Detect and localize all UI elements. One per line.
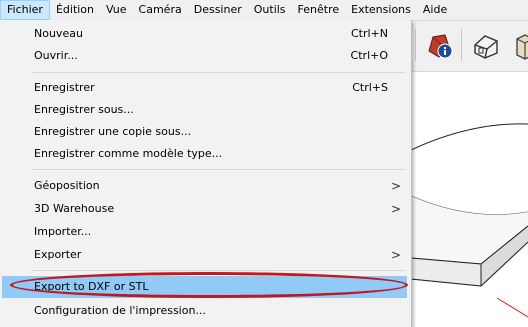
menu-item-label: Importer... <box>34 225 92 238</box>
menu-item-ouvrir[interactable]: Ouvrir... Ctrl+O <box>2 45 407 67</box>
menu-item-label: Enregistrer sous... <box>34 103 134 116</box>
menu-item-exporter[interactable]: Exporter > <box>2 244 407 266</box>
menu-item-enregistrer-modele[interactable]: Enregistrer comme modèle type... <box>2 143 407 165</box>
menu-item-label: Export to DXF or STL <box>34 280 149 293</box>
menu-bar: Fichier Édition Vue Caméra Dessiner Outi… <box>0 0 528 21</box>
warehouse-house-icon[interactable] <box>471 31 501 61</box>
menu-extensions[interactable]: Extensions <box>345 0 417 20</box>
menu-outils[interactable]: Outils <box>248 0 292 20</box>
menu-item-label: 3D Warehouse <box>34 202 115 215</box>
menu-item-label: Géoposition <box>34 179 100 192</box>
menu-separator <box>32 270 405 271</box>
menu-item-enregistrer[interactable]: Enregistrer Ctrl+S <box>2 77 407 99</box>
menu-fichier[interactable]: Fichier <box>0 0 50 20</box>
menu-item-label: Exporter <box>34 248 82 261</box>
toolbar-separator <box>461 29 462 61</box>
file-menu-dropdown: Nouveau Ctrl+N Ouvrir... Ctrl+O Enregist… <box>0 20 412 327</box>
shortcut-label: Ctrl+N <box>350 27 388 40</box>
menu-item-importer[interactable]: Importer... <box>2 221 407 243</box>
submenu-arrow-icon: > <box>390 248 401 262</box>
menu-item-label: Enregistrer comme modèle type... <box>34 147 223 160</box>
menu-separator <box>32 72 405 73</box>
menu-vue[interactable]: Vue <box>100 0 133 20</box>
shortcut-label: Ctrl+S <box>352 81 388 94</box>
menu-item-label: Nouveau <box>34 27 83 40</box>
menu-item-configuration-impression[interactable]: Configuration de l'impression... <box>2 300 407 322</box>
menu-item-label: Configuration de l'impression... <box>34 304 206 317</box>
menu-item-label: Enregistrer <box>34 81 95 94</box>
submenu-arrow-icon: > <box>390 179 401 193</box>
menu-item-label: Ouvrir... <box>34 49 78 62</box>
toolbar <box>411 21 528 72</box>
shortcut-label: Ctrl+O <box>350 49 388 62</box>
component-info-icon[interactable] <box>425 31 455 61</box>
menu-item-export-dxf-stl[interactable]: Export to DXF or STL <box>2 276 407 298</box>
extension-icon[interactable] <box>515 31 528 61</box>
toolbar-separator <box>415 29 416 61</box>
menu-item-label: Enregistrer une copie sous... <box>34 125 192 138</box>
menu-camera[interactable]: Caméra <box>133 0 188 20</box>
menu-item-enregistrer-copie[interactable]: Enregistrer une copie sous... <box>2 121 407 143</box>
submenu-arrow-icon: > <box>390 202 401 216</box>
menu-item-nouveau[interactable]: Nouveau Ctrl+N <box>2 23 407 45</box>
menu-item-enregistrer-sous[interactable]: Enregistrer sous... <box>2 99 407 121</box>
menu-fenetre[interactable]: Fenêtre <box>292 0 346 20</box>
menu-separator <box>32 169 405 170</box>
menu-item-geoposition[interactable]: Géoposition > <box>2 175 407 197</box>
modeling-canvas[interactable] <box>411 72 528 327</box>
menu-edition[interactable]: Édition <box>50 0 100 20</box>
menu-item-3d-warehouse[interactable]: 3D Warehouse > <box>2 198 407 220</box>
menu-aide[interactable]: Aide <box>417 0 453 20</box>
menu-dessiner[interactable]: Dessiner <box>188 0 248 20</box>
